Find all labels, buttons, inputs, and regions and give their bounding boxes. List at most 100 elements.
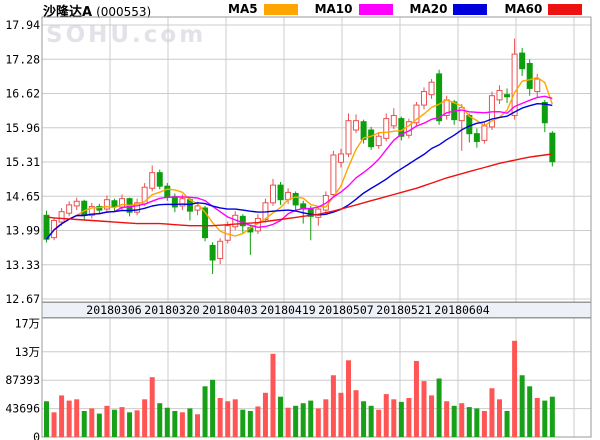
- volume-bar: [218, 398, 223, 437]
- candle-body: [384, 119, 389, 139]
- volume-bar: [542, 401, 547, 437]
- volume-axis-label: 17万: [15, 316, 40, 330]
- volume-bar: [97, 414, 102, 437]
- volume-bar: [459, 403, 464, 437]
- volume-bar: [120, 407, 125, 437]
- volume-bar: [527, 386, 532, 437]
- volume-bar: [354, 390, 359, 437]
- volume-axis-label: 0: [33, 430, 40, 440]
- date-axis-label: 20180306: [86, 303, 141, 317]
- candle-body: [497, 91, 502, 100]
- candle-body: [474, 134, 479, 142]
- candle-body: [218, 241, 223, 258]
- candle-body: [422, 92, 427, 106]
- volume-bar: [210, 380, 215, 437]
- price-axis-label: 17.28: [5, 52, 40, 66]
- date-axis-label: 20180507: [318, 303, 373, 317]
- candle-body: [82, 201, 87, 215]
- volume-bar: [399, 402, 404, 437]
- ma-line-ma60: [47, 154, 553, 226]
- date-axis-label: 20180521: [376, 303, 431, 317]
- volume-bar: [437, 379, 442, 437]
- volume-bar: [112, 410, 117, 437]
- volume-bar: [429, 395, 434, 437]
- volume-bar: [422, 381, 427, 437]
- candle-body: [429, 82, 434, 94]
- candle-body: [369, 130, 374, 147]
- volume-bar: [406, 398, 411, 437]
- price-axis-label: 15.96: [5, 121, 40, 135]
- volume-bar: [293, 406, 298, 437]
- stock-chart-window: 沙隆达A(000553) MA5MA10MA20MA60 SOHU.com 17…: [0, 0, 600, 440]
- volume-bar: [361, 401, 366, 437]
- volume-bar: [391, 399, 396, 437]
- volume-axis-label: 13万: [15, 345, 40, 359]
- volume-bar: [286, 408, 291, 437]
- candle-body: [482, 126, 487, 141]
- volume-bar: [240, 410, 245, 437]
- volume-bar: [520, 375, 525, 437]
- volume-bar: [271, 354, 276, 437]
- candle-body: [293, 193, 298, 204]
- volume-bar: [323, 399, 328, 437]
- candle-body: [391, 115, 396, 125]
- volume-bar: [376, 410, 381, 437]
- candle-body: [467, 115, 472, 133]
- candle-body: [354, 121, 359, 130]
- ma-line-ma20: [47, 104, 553, 240]
- candlestick-chart: 17.9417.2816.6215.9615.3114.6513.9913.33…: [0, 0, 600, 440]
- volume-bar: [59, 395, 64, 437]
- volume-bar: [301, 403, 306, 437]
- volume-bar: [369, 406, 374, 437]
- candle-body: [437, 74, 442, 121]
- price-axis-label: 13.33: [5, 258, 40, 272]
- volume-bar: [331, 375, 336, 437]
- date-axis-label: 20180403: [202, 303, 257, 317]
- candle-body: [104, 200, 109, 209]
- date-axis-label: 20180604: [434, 303, 489, 317]
- volume-bar: [346, 360, 351, 437]
- volume-bar: [248, 411, 253, 437]
- volume-bar: [89, 408, 94, 437]
- candle-body: [346, 121, 351, 154]
- price-axis-label: 17.94: [5, 18, 40, 32]
- volume-bar: [444, 401, 449, 437]
- volume-bar: [512, 341, 517, 437]
- volume-bar: [316, 408, 321, 437]
- date-axis-label: 20180419: [260, 303, 315, 317]
- volume-bar: [67, 401, 72, 437]
- price-axis-label: 12.67: [5, 292, 40, 306]
- candle-body: [278, 185, 283, 200]
- volume-bar: [474, 408, 479, 437]
- volume-bar: [489, 388, 494, 437]
- candle-body: [165, 186, 170, 196]
- volume-bar: [74, 399, 79, 437]
- volume-bar: [104, 406, 109, 437]
- volume-bar: [172, 411, 177, 437]
- price-axis-label: 15.31: [5, 155, 40, 169]
- volume-bar: [482, 411, 487, 437]
- volume-bar: [52, 412, 57, 437]
- candle-body: [112, 201, 117, 207]
- volume-bar: [414, 361, 419, 437]
- candle-body: [542, 102, 547, 122]
- candle-body: [172, 197, 177, 207]
- volume-bar: [255, 406, 260, 437]
- candle-body: [210, 245, 215, 260]
- volume-bar: [127, 412, 132, 437]
- price-axis-label: 13.99: [5, 224, 40, 238]
- volume-axis-label: 43696: [5, 402, 40, 416]
- volume-bar: [203, 386, 208, 437]
- volume-bar: [263, 393, 268, 437]
- candle-body: [527, 63, 532, 88]
- date-axis-label: 20180320: [144, 303, 199, 317]
- volume-bar: [225, 401, 230, 437]
- candle-body: [361, 122, 366, 140]
- candle-body: [338, 154, 343, 162]
- candle-body: [67, 205, 72, 213]
- price-axis-label: 16.62: [5, 87, 40, 101]
- candle-body: [550, 133, 555, 162]
- volume-bar: [278, 397, 283, 437]
- volume-bar: [467, 407, 472, 437]
- volume-bar: [195, 414, 200, 437]
